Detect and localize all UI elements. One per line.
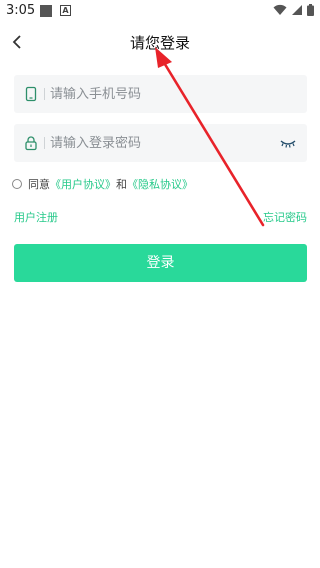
agreement-prefix: 同意 [28, 178, 50, 191]
password-field[interactable] [14, 124, 307, 162]
field-separator [44, 88, 45, 100]
status-bar: 3:05 A [0, 0, 320, 22]
register-link[interactable]: 用户注册 [14, 209, 58, 225]
phone-input[interactable] [50, 83, 270, 105]
status-icons [273, 4, 314, 16]
agreement-row: 同意 《用户协议》 和 《隐私协议》 [12, 176, 193, 192]
agreement-radio[interactable] [12, 179, 22, 189]
password-input[interactable] [50, 132, 270, 154]
signal-icon [292, 5, 302, 15]
agreement-and: 和 [116, 178, 127, 191]
forgot-password-link[interactable]: 忘记密码 [263, 209, 307, 225]
eye-closed-icon[interactable] [279, 136, 297, 150]
status-time: 3:05 [6, 3, 36, 18]
phone-field[interactable] [14, 75, 307, 113]
phone-icon [25, 86, 37, 102]
notification-square-icon [40, 5, 52, 17]
wifi-icon [273, 4, 287, 15]
battery-icon [307, 4, 314, 16]
user-agreement-link[interactable]: 《用户协议》 [50, 176, 116, 192]
lock-icon [25, 136, 37, 151]
privacy-policy-link[interactable]: 《隐私协议》 [127, 176, 193, 192]
a-icon: A [60, 5, 71, 16]
login-button[interactable]: 登录 [14, 244, 307, 282]
page-title: 请您登录 [129, 34, 190, 52]
field-separator [44, 137, 45, 149]
header: 请您登录 [0, 26, 320, 58]
